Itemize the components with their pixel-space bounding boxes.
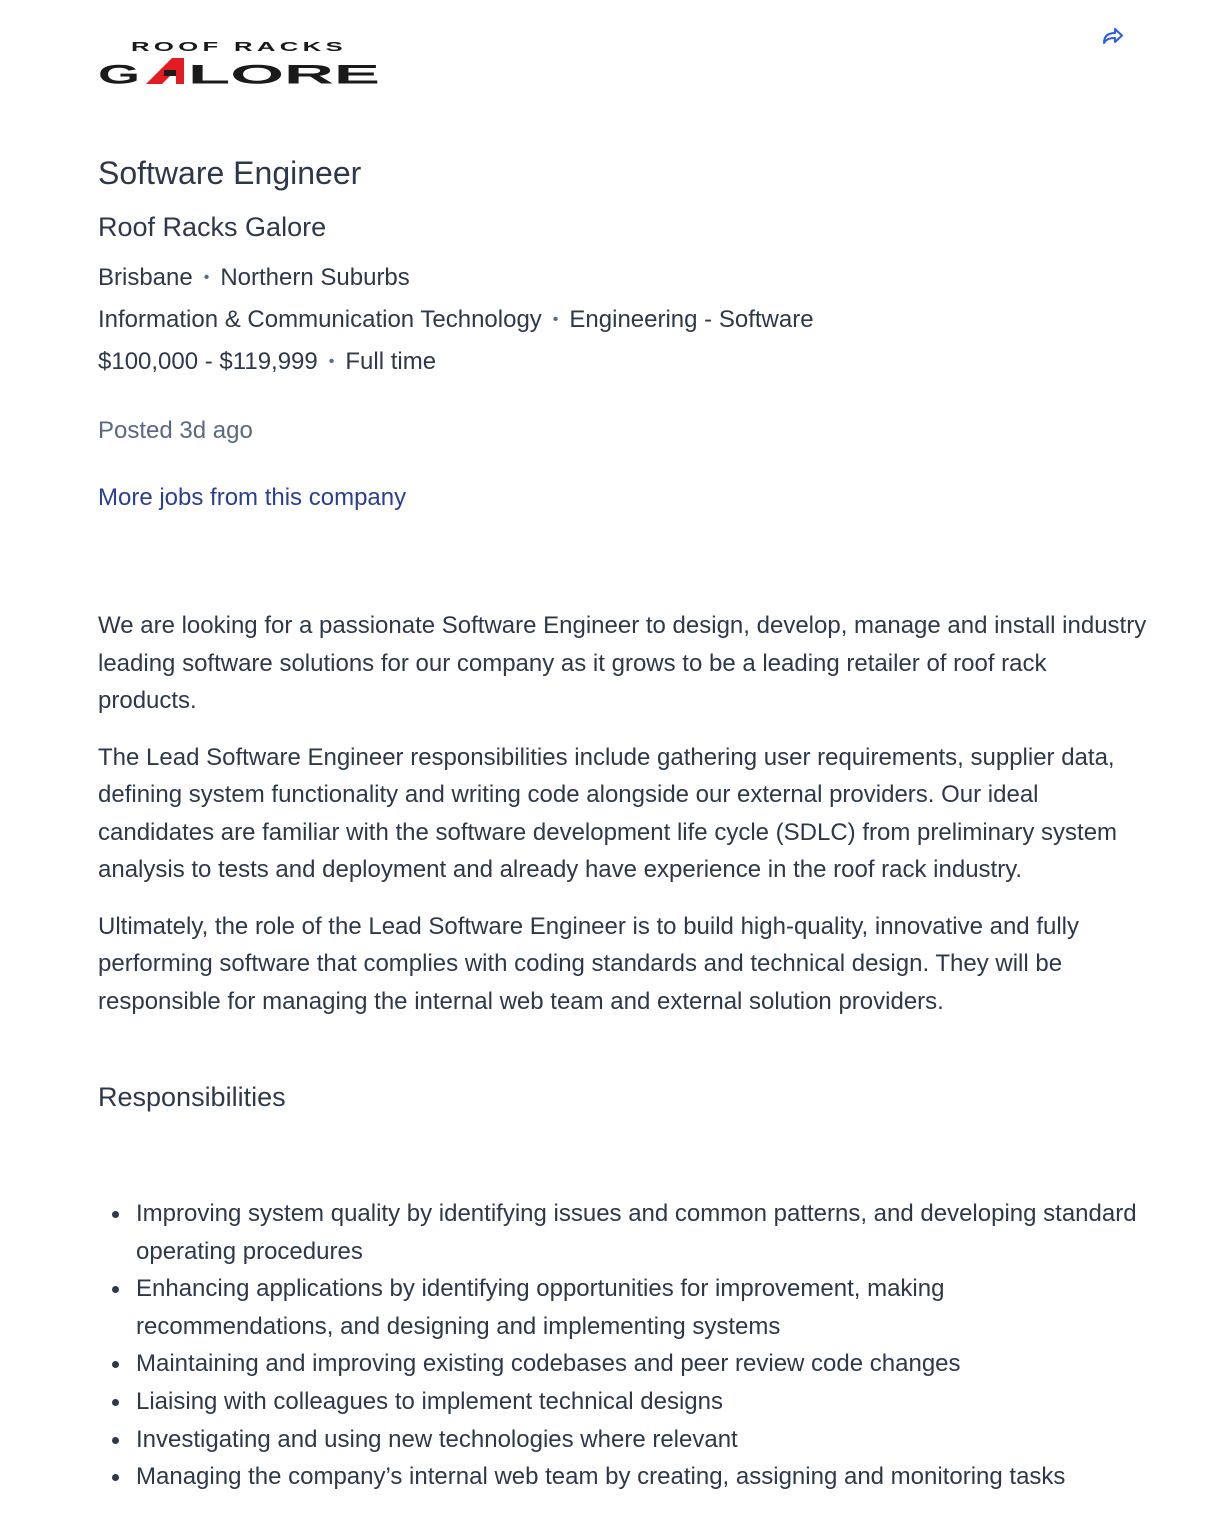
list-item: Enhancing applications by identifying op…	[112, 1270, 1148, 1345]
subclassification: Engineering - Software	[569, 306, 814, 333]
logo-letter-g: G	[98, 60, 140, 88]
classification: Information & Communication Technology	[98, 306, 542, 333]
location-area: Northern Suburbs	[220, 264, 410, 291]
logo-line2: LORE	[188, 60, 380, 88]
description-paragraph: Ultimately, the role of the Lead Softwar…	[98, 912, 1079, 1015]
description-paragraph: The Lead Software Engineer responsibilit…	[98, 743, 1118, 884]
separator-dot: •	[203, 269, 210, 286]
job-salary-worktype: $100,000 - $119,999 • Full time	[98, 348, 436, 376]
more-jobs-link[interactable]: More jobs from this company	[98, 484, 406, 512]
work-type: Full time	[345, 348, 437, 375]
company-logo: ROOF RACKS G LORE	[98, 40, 382, 88]
separator-dot: •	[328, 353, 335, 370]
list-item: Managing the company’s internal web team…	[112, 1458, 1148, 1496]
job-location: Brisbane • Northern Suburbs	[98, 264, 410, 292]
list-item: Maintaining and improving existing codeb…	[112, 1345, 1148, 1383]
list-item: Liaising with colleagues to implement te…	[112, 1383, 1148, 1421]
posted-date: Posted 3d ago	[98, 417, 253, 444]
job-title: Software Engineer	[98, 155, 362, 191]
job-classification: Information & Communication Technology • E…	[98, 306, 814, 334]
location-city: Brisbane	[98, 264, 193, 291]
share-button[interactable]	[1100, 22, 1126, 48]
responsibilities-list: Improving system quality by identifying …	[98, 1195, 1148, 1496]
logo-line1: ROOF RACKS	[131, 40, 347, 54]
job-description: We are looking for a passionate Software…	[98, 607, 1148, 1039]
salary: $100,000 - $119,999	[98, 348, 318, 375]
share-arrow-icon	[1103, 28, 1123, 44]
roof-racks-galore-logo: ROOF RACKS G LORE	[98, 40, 380, 88]
responsibilities-heading: Responsibilities	[98, 1082, 286, 1112]
list-item: Improving system quality by identifying …	[112, 1195, 1148, 1270]
description-paragraph: We are looking for a passionate Software…	[98, 612, 1147, 714]
logo-letter-a-icon	[146, 58, 184, 84]
company-name: Roof Racks Galore	[98, 212, 327, 242]
separator-dot: •	[552, 311, 559, 328]
list-item: Investigating and using new technologies…	[112, 1421, 1148, 1459]
